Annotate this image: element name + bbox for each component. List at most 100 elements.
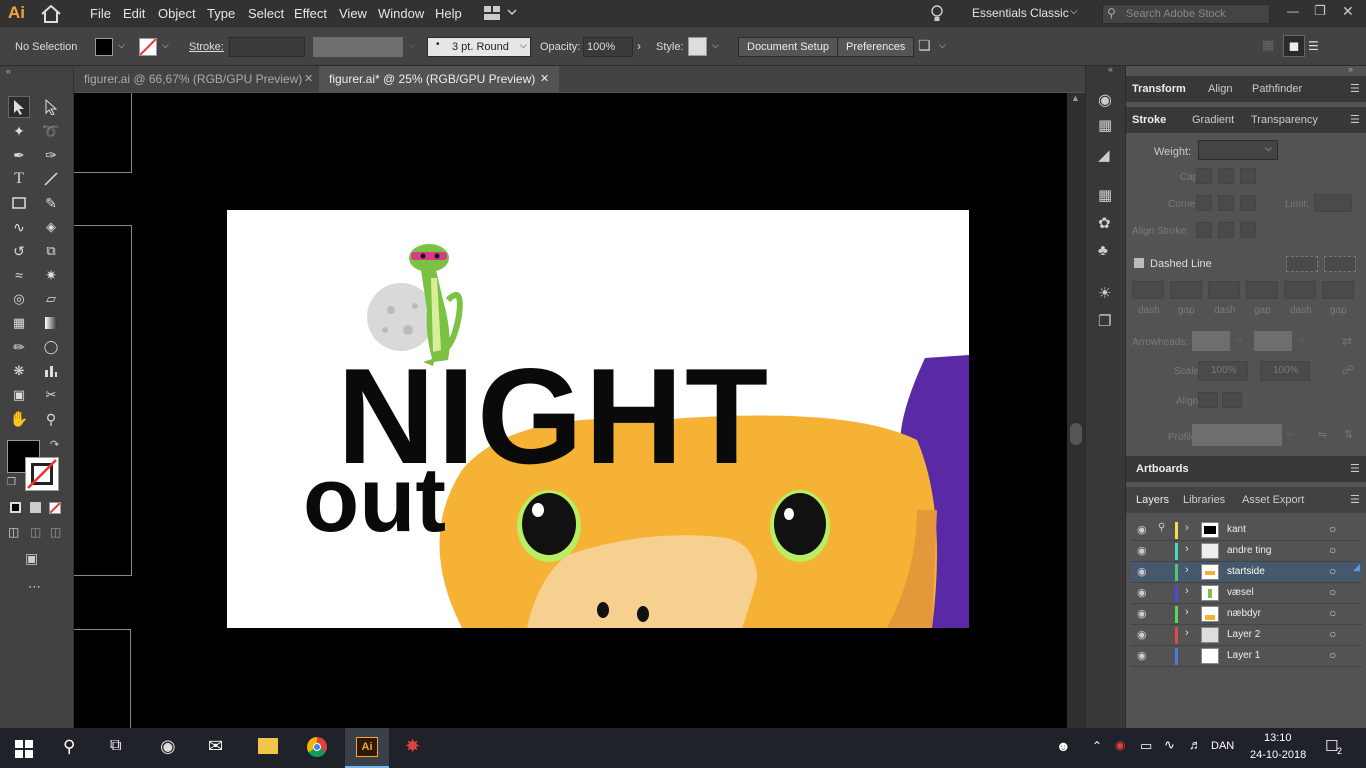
align-tip[interactable] <box>1198 392 1218 408</box>
align-outside[interactable] <box>1240 222 1256 238</box>
collapse-toolbox-icon[interactable]: « <box>6 66 11 76</box>
shape-builder-tool-icon[interactable]: ◎ <box>8 288 30 310</box>
tab-align[interactable]: Align <box>1208 76 1232 102</box>
visibility-eye-icon[interactable]: ◉ <box>1137 565 1147 578</box>
profile-select[interactable] <box>1192 424 1282 446</box>
vertical-scrollbar[interactable]: ▲ <box>1067 93 1085 728</box>
document-setup-button[interactable]: Document Setup <box>738 37 838 57</box>
stroke-weight-field[interactable] <box>229 37 305 57</box>
puppet-warp-tool-icon[interactable]: ✷ <box>40 264 62 286</box>
task-view-icon[interactable]: ⧉ <box>110 737 121 755</box>
brush-definition[interactable]: • 3 pt. Round ⌵ <box>427 37 531 57</box>
color-mode-icon[interactable] <box>10 502 21 513</box>
menu-help[interactable]: Help <box>435 6 462 21</box>
layer-name[interactable]: kant <box>1227 524 1246 535</box>
align-center[interactable] <box>1196 222 1212 238</box>
swap-colors-icon[interactable]: ↷ <box>50 438 59 451</box>
slice-tool-icon[interactable]: ✂ <box>40 384 62 406</box>
tray-app-icon[interactable]: ◉ <box>1115 738 1125 752</box>
layer-row[interactable]: ◉ Layer 1 ○ <box>1131 646 1362 667</box>
menu-object[interactable]: Object <box>158 6 196 21</box>
panel-dock-collapse-icon[interactable]: » <box>1348 64 1353 74</box>
pen-tool-icon[interactable]: ✒ <box>8 144 30 166</box>
zoom-tool-icon[interactable]: ⚲ <box>40 408 62 430</box>
swatches-panel-icon[interactable]: ▦ <box>1098 186 1112 204</box>
gap-field[interactable] <box>1170 281 1202 299</box>
blend-tool-icon[interactable]: ◯ <box>40 336 62 358</box>
target-icon[interactable]: ○ <box>1329 606 1336 620</box>
tab-artboards[interactable]: Artboards <box>1136 456 1189 482</box>
panel-menu-icon[interactable]: ☰ <box>1350 76 1360 102</box>
layer-row[interactable]: ◉ › næbdyr ○ <box>1131 604 1362 625</box>
panel-menu-icon[interactable]: ☰ <box>1350 487 1360 513</box>
profile-chevron-icon[interactable]: ⌵ <box>408 40 415 51</box>
stroke-swatch[interactable] <box>139 38 157 56</box>
dashed-line-checkbox[interactable] <box>1134 258 1144 268</box>
perspective-grid-tool-icon[interactable]: ▱ <box>40 288 62 310</box>
opacity-field[interactable]: 100% <box>583 37 633 57</box>
eyedropper-tool-icon[interactable]: ✏ <box>8 336 30 358</box>
transform-panel-icon[interactable]: ❐ <box>1098 312 1111 330</box>
expand-chevron-icon[interactable]: › <box>1185 585 1189 597</box>
game-app-icon[interactable]: ✸ <box>405 736 420 757</box>
menu-type[interactable]: Type <box>207 6 235 21</box>
app-icon-palette[interactable]: ◉ <box>160 736 176 757</box>
lightbulb-icon[interactable] <box>930 5 944 23</box>
tab-document-1[interactable]: figurer.ai @ 66,67% (RGB/GPU Preview) ✕ <box>74 66 319 92</box>
symbol-sprayer-tool-icon[interactable]: ❋ <box>8 360 30 382</box>
scroll-thumb[interactable] <box>1070 423 1082 445</box>
arrange-documents-icon[interactable] <box>484 6 518 20</box>
none-mode-icon[interactable] <box>49 502 61 514</box>
arrange-chevron-icon[interactable]: ⌵ <box>939 40 946 51</box>
lasso-tool-icon[interactable]: ➰ <box>40 120 62 142</box>
more-tools-icon[interactable]: ⋯ <box>28 579 41 595</box>
expand-chevron-icon[interactable]: › <box>1185 543 1189 555</box>
variable-width-profile[interactable] <box>313 37 403 57</box>
link-scale-icon[interactable]: ☍ <box>1342 363 1354 377</box>
layer-name[interactable]: andre ting <box>1227 545 1271 556</box>
align-end[interactable] <box>1222 392 1242 408</box>
tab-asset-export[interactable]: Asset Export <box>1242 487 1304 513</box>
control-menu-icon[interactable]: ☰ <box>1308 39 1319 53</box>
menu-effect[interactable]: Effect <box>294 6 327 21</box>
layer-name[interactable]: næbdyr <box>1227 608 1261 619</box>
layer-row[interactable]: ◉ › væsel ○ <box>1131 583 1362 604</box>
stock-search[interactable]: ⚲ Search Adobe Stock <box>1102 4 1270 24</box>
paintbrush-tool-icon[interactable]: ✎ <box>40 192 62 214</box>
width-tool-icon[interactable]: ≈ <box>8 264 30 286</box>
workspace-switcher[interactable]: Essentials Classic <box>972 6 1069 20</box>
dash-field[interactable] <box>1208 281 1240 299</box>
tab-transform[interactable]: Transform <box>1132 76 1186 102</box>
arrowhead-end-chevron-icon[interactable]: ⌵ <box>1298 334 1305 345</box>
properties-toggle-icon[interactable]: ◼ <box>1283 35 1305 57</box>
rectangle-tool-icon[interactable] <box>8 192 30 214</box>
close-tab-icon[interactable]: ✕ <box>304 66 313 92</box>
arrowhead-end[interactable] <box>1254 331 1292 351</box>
line-tool-icon[interactable] <box>40 168 62 190</box>
layer-name[interactable]: Layer 1 <box>1227 650 1260 661</box>
layer-row[interactable]: ◉ › Layer 2 ○ <box>1131 625 1362 646</box>
clubs-panel-icon[interactable]: ♣ <box>1098 242 1108 259</box>
visibility-eye-icon[interactable]: ◉ <box>1137 649 1147 662</box>
panel-menu-icon[interactable]: ☰ <box>1350 107 1360 133</box>
graph-tool-icon[interactable] <box>40 360 62 382</box>
draw-inside-icon[interactable]: ◫ <box>50 525 61 539</box>
mesh-tool-icon[interactable]: ▦ <box>8 312 30 334</box>
people-icon[interactable]: ☻ <box>1056 738 1071 754</box>
search-input[interactable]: Search Adobe Stock <box>1126 8 1226 20</box>
menu-file[interactable]: File <box>90 6 111 21</box>
gradient-tool-icon[interactable] <box>40 312 62 334</box>
workspace-chevron-icon[interactable]: ⌵ <box>1070 6 1078 17</box>
scale-tool-icon[interactable]: ⧉ <box>40 240 62 262</box>
expand-chevron-icon[interactable]: › <box>1185 606 1189 618</box>
panel-menu-icon[interactable]: ☰ <box>1350 456 1360 482</box>
draw-normal-icon[interactable]: ◫ <box>8 525 19 539</box>
visibility-eye-icon[interactable]: ◉ <box>1137 607 1147 620</box>
scroll-up-icon[interactable]: ▲ <box>1071 93 1080 103</box>
visibility-eye-icon[interactable]: ◉ <box>1137 586 1147 599</box>
layer-row[interactable]: ◉ ⚲ › kant ○ <box>1131 520 1362 541</box>
mail-icon[interactable]: ✉ <box>208 736 223 757</box>
home-icon[interactable] <box>40 5 62 23</box>
target-icon[interactable]: ○ <box>1329 648 1336 662</box>
tab-layers[interactable]: Layers <box>1136 487 1169 513</box>
